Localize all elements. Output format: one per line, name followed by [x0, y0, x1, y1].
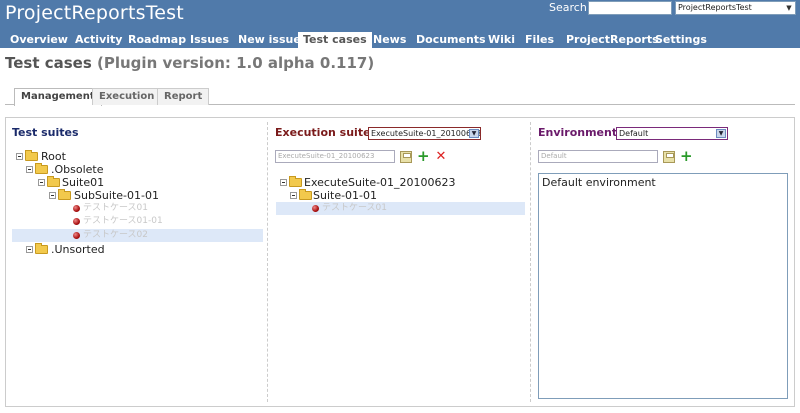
menu-issues[interactable]: Issues — [185, 32, 234, 49]
menu-wiki[interactable]: Wiki — [483, 32, 520, 49]
tree-node-label: テストケース02 — [83, 230, 149, 240]
collapse-toggle-icon[interactable] — [49, 192, 56, 199]
collapse-toggle-icon[interactable] — [26, 246, 33, 253]
delete-icon[interactable]: ✕ — [435, 150, 447, 163]
menu-news[interactable]: News — [368, 32, 411, 49]
save-icon[interactable] — [400, 151, 412, 163]
folder-icon — [25, 150, 38, 161]
chevron-down-icon: ▼ — [716, 129, 726, 138]
folder-icon — [299, 189, 312, 200]
environment-description-textarea[interactable]: Default environment — [538, 173, 788, 399]
collapse-toggle-icon[interactable] — [16, 153, 23, 160]
chevron-down-icon: ▼ — [786, 4, 792, 12]
tree-node-suite01[interactable]: Suite01 — [14, 176, 254, 189]
menu-roadmap[interactable]: Roadmap — [123, 32, 191, 49]
tree-node-testcase[interactable]: テストケース01 — [14, 202, 254, 215]
menu-activity[interactable]: Activity — [70, 32, 127, 49]
chevron-down-icon: ▼ — [469, 129, 479, 138]
project-jump-select[interactable]: ProjectReportsTest ▼ — [675, 1, 796, 15]
project-jump-select-value: ProjectReportsTest — [678, 3, 752, 12]
test-suites-title: Test suites — [12, 126, 79, 139]
tab-execution[interactable]: Execution — [92, 88, 162, 105]
collapse-toggle-icon[interactable] — [280, 179, 287, 186]
tree-node-label: Suite01 — [62, 176, 105, 189]
search-input[interactable] — [588, 1, 672, 15]
page-title: Test cases (Plugin version: 1.0 alpha 0.… — [5, 54, 374, 72]
tree-node-label: テストケース01-01 — [83, 216, 163, 226]
tree-node-label: テストケース01 — [83, 203, 149, 213]
top-header: ProjectReportsTest Search: ProjectReport… — [0, 0, 800, 32]
menu-documents[interactable]: Documents — [411, 32, 491, 49]
tree-node-suite-01-01[interactable]: Suite-01-01 — [278, 189, 518, 202]
menu-projectreports[interactable]: ProjectReports — [561, 32, 664, 49]
column-divider — [530, 122, 531, 402]
folder-icon — [289, 176, 302, 187]
tab-management[interactable]: Management — [14, 88, 102, 106]
test-case-icon — [73, 205, 80, 212]
environment-select[interactable]: Default ▼ — [616, 127, 728, 140]
menu-overview[interactable]: Overview — [5, 32, 73, 49]
main-menu: Overview Activity Roadmap Issues New iss… — [0, 32, 800, 49]
environment-select-value: Default — [619, 129, 649, 138]
plugin-version: (Plugin version: 1.0 alpha 0.117) — [97, 54, 375, 72]
menu-files[interactable]: Files — [520, 32, 559, 49]
save-icon[interactable] — [663, 151, 675, 163]
search-label: Search: — [549, 1, 591, 14]
test-case-icon — [73, 218, 80, 225]
menu-settings[interactable]: Settings — [650, 32, 712, 49]
tree-node-subsuite-01-01[interactable]: SubSuite-01-01 — [14, 189, 254, 202]
test-case-icon — [73, 232, 80, 239]
page-title-text: Test cases — [5, 54, 92, 72]
test-case-icon — [312, 205, 319, 212]
tree-node-execute-suite[interactable]: ExecuteSuite-01_20100623 — [278, 176, 518, 189]
tree-node-root[interactable]: Root — [14, 150, 254, 163]
menu-test-cases[interactable]: Test cases — [298, 32, 372, 49]
tree-node-exec-testcase-selected[interactable]: テストケース01 — [276, 202, 525, 215]
tree-node-label: Suite-01-01 — [313, 189, 378, 202]
tree-node-label: SubSuite-01-01 — [74, 189, 159, 202]
tree-node-label: .Unsorted — [51, 243, 105, 256]
execution-suite-name-input[interactable]: ExecuteSuite-01_20100623 — [275, 150, 395, 163]
collapse-toggle-icon[interactable] — [26, 166, 33, 173]
tree-node-label: ExecuteSuite-01_20100623 — [304, 176, 456, 189]
tree-node-label: Root — [41, 150, 66, 163]
execution-suite-select[interactable]: ExecuteSuite-01_20100623 ▼ — [368, 127, 481, 140]
tree-node-label: .Obsolete — [51, 163, 104, 176]
tab-report[interactable]: Report — [157, 88, 210, 105]
menu-new-issue[interactable]: New issue — [233, 32, 306, 49]
column-divider — [267, 122, 268, 402]
tree-node-testcase[interactable]: テストケース01-01 — [14, 215, 254, 228]
tree-node-unsorted[interactable]: .Unsorted — [14, 243, 254, 256]
collapse-toggle-icon[interactable] — [290, 192, 297, 199]
project-title[interactable]: ProjectReportsTest — [5, 2, 184, 24]
folder-icon — [35, 243, 48, 254]
execution-suite-title: Execution suite: — [275, 126, 375, 139]
add-icon[interactable]: + — [417, 149, 430, 164]
folder-icon — [58, 189, 71, 200]
environment-name-input[interactable]: Default — [538, 150, 658, 163]
add-icon[interactable]: + — [680, 149, 693, 164]
tree-node-label: テストケース01 — [322, 203, 388, 213]
tree-node-obsolete[interactable]: .Obsolete — [14, 163, 254, 176]
tree-node-testcase-selected[interactable]: テストケース02 — [12, 229, 263, 242]
folder-icon — [35, 163, 48, 174]
folder-icon — [47, 176, 60, 187]
execution-suite-select-value: ExecuteSuite-01_20100623 — [371, 129, 481, 138]
environment-title: Environment: — [538, 126, 622, 139]
collapse-toggle-icon[interactable] — [38, 179, 45, 186]
